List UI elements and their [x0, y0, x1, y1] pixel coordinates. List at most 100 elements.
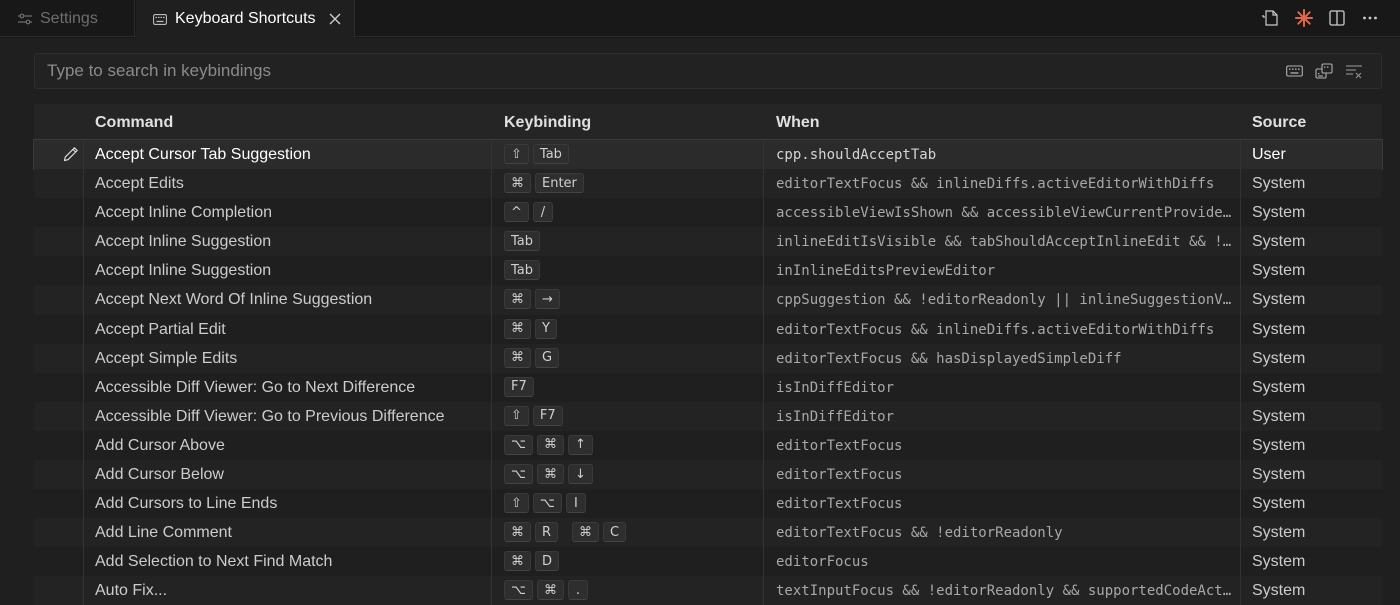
key-badge: ⌘	[504, 347, 531, 368]
column-divider	[83, 343, 84, 373]
keybinding-cell: Tab	[504, 231, 541, 252]
column-divider	[83, 285, 84, 315]
when-clause-cell: accessibleViewIsShown && accessibleViewC…	[776, 205, 1232, 222]
table-row[interactable]: Accessible Diff Viewer: Go to Next Diffe…	[34, 372, 1382, 402]
key-badge: ⌥	[504, 580, 533, 601]
open-keybindings-json-icon[interactable]	[1261, 8, 1281, 28]
source-cell: System	[1252, 262, 1306, 280]
record-keys-icon[interactable]	[1285, 62, 1303, 80]
keybinding-cell: ⌘ Enter	[504, 173, 584, 194]
key-badge: R	[535, 522, 559, 543]
column-divider	[83, 576, 84, 605]
table-row[interactable]: Accept Cursor Tab Suggestion ⇧ Tab cpp.shou…	[33, 138, 1383, 171]
column-divider	[491, 256, 492, 286]
column-divider	[763, 343, 764, 373]
column-divider	[1240, 256, 1241, 286]
when-clause-cell: editorFocus	[776, 554, 869, 571]
when-clause-cell: editorTextFocus	[776, 437, 903, 454]
table-row[interactable]: Accept Inline Completion ^ / accessibleView…	[34, 198, 1382, 228]
command-cell: Accept Edits	[95, 175, 184, 193]
more-actions-icon[interactable]	[1360, 8, 1380, 28]
column-divider	[1240, 401, 1241, 431]
table-row[interactable]: Accept Simple Edits ⌘ GeditorTextFocus && …	[34, 343, 1382, 373]
table-header: Command Keybinding When Source	[34, 104, 1382, 140]
keybinding-cell: ⌘ G	[504, 347, 560, 368]
table-row[interactable]: Add Line Comment ⌘ R ⌘ CeditorTextFocus && !…	[34, 518, 1382, 548]
table-row[interactable]: Accessible Diff Viewer: Go to Previous D…	[34, 401, 1382, 431]
table-row[interactable]: Accept Inline Suggestion Tab inlineEditIsV…	[34, 227, 1382, 257]
column-divider	[491, 285, 492, 315]
key-badge: ⌘	[504, 551, 531, 572]
keybinding-cell: ⌘ R ⌘ C	[504, 522, 627, 543]
source-cell: System	[1252, 378, 1306, 396]
sort-by-precedence-icon[interactable]	[1315, 62, 1333, 80]
table-row[interactable]: Add Selection to Next Find Match ⌘ D editor…	[34, 547, 1382, 577]
table-row[interactable]: Add Cursor Below ⌥ ⌘ ↓ editorTextFocus System	[34, 460, 1382, 490]
command-cell: Add Selection to Next Find Match	[95, 553, 333, 571]
column-divider	[1240, 576, 1241, 605]
when-clause-cell: inlineEditIsVisible && tabShouldAcceptIn…	[776, 234, 1232, 251]
key-badge: ↑	[567, 434, 593, 455]
source-cell: System	[1252, 291, 1306, 309]
source-cell: System	[1252, 233, 1306, 251]
key-badge: ⇧	[504, 493, 529, 514]
command-cell: Add Cursors to Line Ends	[95, 495, 278, 513]
table-row[interactable]: Accept Edits ⌘ Enter editorTextFocus && inl…	[34, 169, 1382, 199]
when-clause-cell: textInputFocus && !editorReadonly && sup…	[776, 583, 1232, 600]
tab-settings[interactable]: Settings	[0, 0, 135, 37]
column-divider	[1240, 547, 1241, 577]
column-divider	[1240, 460, 1241, 490]
table-row[interactable]: Add Cursor Above ⌥ ⌘ ↑ editorTextFocus System	[34, 430, 1382, 461]
source-cell: System	[1252, 407, 1306, 425]
cursor-spark-icon[interactable]	[1294, 8, 1314, 28]
key-badge: ⌥	[504, 434, 533, 455]
keybinding-cell: ⌘ D	[504, 551, 560, 572]
key-badge: Enter	[535, 173, 584, 194]
keybindings-search-input[interactable]	[35, 54, 1265, 88]
keybinding-cell: Tab	[504, 260, 541, 281]
column-header-command[interactable]: Command	[95, 114, 173, 132]
edit-keybinding-pencil-icon[interactable]	[63, 146, 79, 162]
column-divider	[83, 430, 84, 461]
column-divider	[83, 547, 84, 577]
column-divider	[1240, 285, 1241, 315]
keybindings-search-box	[34, 53, 1382, 89]
command-cell: Accessible Diff Viewer: Go to Previous D…	[95, 407, 445, 425]
column-divider	[763, 460, 764, 490]
column-header-source[interactable]: Source	[1252, 114, 1306, 132]
column-divider	[491, 401, 492, 431]
keybinding-cell: F7	[504, 376, 534, 397]
column-divider	[491, 198, 492, 228]
column-divider	[763, 576, 764, 605]
clear-filter-icon[interactable]	[1345, 62, 1363, 80]
command-cell: Accept Partial Edit	[95, 320, 226, 338]
keybinding-cell: ^ /	[504, 202, 553, 223]
key-badge: Tab	[504, 260, 541, 281]
tab-keyboard-shortcuts[interactable]: Keyboard Shortcuts	[136, 0, 355, 38]
key-badge: ⌘	[504, 289, 531, 310]
key-badge: Y	[535, 318, 557, 339]
command-cell: Auto Fix...	[95, 582, 168, 600]
column-divider	[83, 314, 84, 344]
table-row[interactable]: Add Cursors to Line Ends ⇧ ⌥ IeditorTextFoc…	[34, 489, 1382, 519]
column-divider	[491, 314, 492, 344]
key-badge: C	[603, 522, 627, 543]
column-divider	[763, 430, 764, 461]
close-icon[interactable]	[328, 12, 342, 26]
split-editor-icon[interactable]	[1327, 8, 1347, 28]
column-header-when[interactable]: When	[776, 114, 820, 132]
table-row[interactable]: Auto Fix... ⌥ ⌘. textInputFocus && !editorR…	[34, 576, 1382, 605]
column-divider	[491, 169, 492, 199]
editor-actions	[1261, 7, 1380, 29]
table-row[interactable]: Accept Inline Suggestion Tab inInlineEdits…	[34, 256, 1382, 286]
keybindings-editor: Command Keybinding When Source Accept Cu…	[0, 38, 1400, 605]
column-divider	[1240, 518, 1241, 548]
column-divider	[1240, 227, 1241, 257]
key-badge: ⌘	[504, 173, 531, 194]
table-row[interactable]: Accept Next Word Of Inline Suggestion ⌘ → c…	[34, 285, 1382, 315]
column-divider	[1240, 140, 1241, 170]
when-clause-cell: editorTextFocus	[776, 467, 903, 484]
column-header-keybinding[interactable]: Keybinding	[504, 114, 591, 132]
column-divider	[763, 140, 764, 170]
table-row[interactable]: Accept Partial Edit ⌘ YeditorTextFocus && …	[34, 314, 1382, 344]
